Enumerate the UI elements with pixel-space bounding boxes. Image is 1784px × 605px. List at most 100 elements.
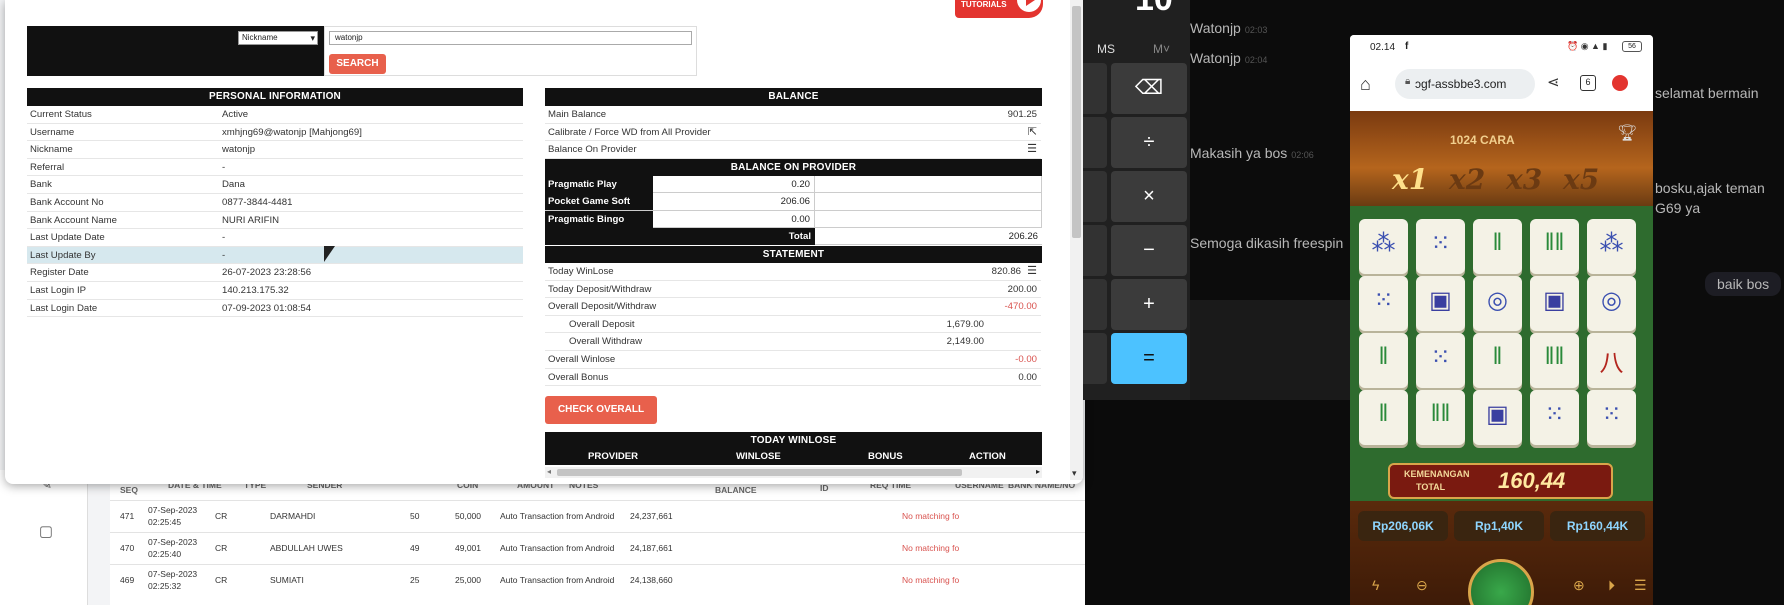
provider-name: Pragmatic Bingo [545,210,653,228]
provider-title: BALANCE ON PROVIDER [545,158,1042,176]
scroll-left-icon[interactable]: ◂ [547,467,551,476]
list-icon[interactable]: ☰ [1027,263,1037,281]
chat-message: Makasih ya bos 02:06 [1190,145,1314,161]
tile-bamboo4-icon: ‖‖ [1530,333,1579,388]
home-icon[interactable]: ⌂ [1360,74,1371,95]
chat-message: G69 ya [1655,200,1700,216]
multiplier-x5: x5 [1563,163,1600,196]
table-cell-status: No matching fo [902,575,960,585]
browser-menu-icon[interactable] [1612,75,1628,91]
plus-icon[interactable]: ⊕ [1573,577,1585,594]
tile-glyph: ⁙ [1373,287,1394,314]
overall-bonus-label: Overall Bonus [548,371,609,383]
memory-store-button[interactable]: MS [1097,42,1115,56]
col-id: ID [820,483,829,493]
info-label: Last Login Date [30,302,98,314]
divide-key[interactable]: ÷ [1111,117,1187,168]
chat-text: Makasih ya bos [1190,145,1288,161]
chat-message: Watonjp 02:03 [1190,20,1267,36]
win-chip: Rp160,44K [1550,511,1645,541]
info-row: Nickname watonjp [27,141,523,159]
logo-text: TUTORIALS [961,0,1007,9]
chevron-down-icon: ▾ [310,33,315,43]
calc-left-key[interactable] [1083,171,1107,222]
table-row[interactable]: 469 07-Sep-2023 CR SUMIATI 25 25,000 Auto Tran… [110,564,1085,600]
equals-key[interactable]: = [1111,333,1187,384]
list-icon[interactable]: ☰ [1027,141,1037,159]
chat-time: 02:04 [1244,55,1268,65]
autoplay-icon[interactable]: ⏵ [1608,577,1615,594]
multiply-key[interactable]: × [1111,171,1187,222]
calc-display: 10 [1135,0,1173,19]
tab-count[interactable]: 6 [1580,75,1596,91]
overall-winlose-row: Overall Winlose -0.00 [545,351,1041,369]
trophy-icon[interactable]: 🏆︎ [1617,123,1637,143]
search-button[interactable]: SEARCH [329,54,386,74]
table-cell-balance: 24,138,660 [630,575,673,585]
calc-left-key[interactable] [1083,333,1107,384]
check-overall-button[interactable]: CHECK OVERALL [545,396,657,424]
chat-message: selamat bermain [1655,85,1759,101]
calc-left-key[interactable] [1083,225,1107,276]
chat-text: Watonjp [1190,50,1241,66]
info-label: Bank Account No [30,197,104,208]
tile-glyph: ‖ [1492,343,1503,370]
ways-label: 1024 CARA [1450,133,1515,147]
calc-left-key[interactable] [1083,279,1107,330]
mahjong-game[interactable]: 1024 CARA 🏆︎ x1 x2 x3 x5 ⁂ ⁙ ‖ ‖‖ ⁂ ⁙ ▣ ◎ ▣ ◎ ‖ ⁙ ‖ ‖‖ 八 ‖… [1350,111,1653,605]
browser-toolbar: ⌂ 🔒︎ ɔgf-assbbe3.com ⋖ 6 [1350,59,1653,111]
table-cell-coin: 49 [410,543,420,553]
horizontal-scroll-thumb[interactable] [557,469,962,476]
memory-menu-button[interactable]: M˅ [1153,42,1170,56]
scroll-right-icon[interactable]: ▸ [1036,467,1040,476]
vertical-scroll-thumb[interactable] [1072,6,1081,238]
menu-icon[interactable]: ☰ [1634,577,1647,594]
table-cell-amount: 25,000 [455,575,481,585]
chat-text: G69 ya [1655,200,1701,216]
external-link-icon[interactable]: ⇱ [1028,124,1037,142]
overall-withdraw-value: 2,149.00 [946,336,984,348]
search-input[interactable]: watonjp [329,31,692,45]
info-label: Bank Account Name [30,214,117,226]
backspace-key[interactable]: ⌫ [1111,63,1187,114]
search-field-select[interactable]: Nickname ▾ [238,31,318,45]
info-label: Referral [30,161,65,173]
calibrate-row: Calibrate / Force WD from All Provider ⇱ [545,124,1041,142]
table-row[interactable]: 470 07-Sep-2023 CR ABDULLAH UWES 49 49,001 Aut… [110,532,1085,568]
info-value: 26-07-2023 23:28:56 [222,267,312,279]
tutorials-logo[interactable]: TUTORIALS [955,0,1043,18]
turbo-icon[interactable]: ϟ [1372,577,1379,593]
chat-message: baik bos [1705,272,1782,296]
tile-dots5-icon: ⁙ [1587,390,1636,445]
book-icon[interactable]: ▢ [36,522,56,542]
url-text: ɔgf-assbbe3.com [1415,77,1507,91]
info-label: Nickname [30,144,73,156]
vertical-scrollbar[interactable]: ▾ [1070,0,1083,480]
tile-glyph: ‖‖ [1430,400,1451,427]
win-label-1: KEMENANGAN [1404,469,1470,479]
mouse-cursor-icon [324,246,335,262]
table-cell-amount: 49,001 [455,543,481,553]
chat-message: bosku,ajak teman [1655,180,1765,196]
calc-left-key[interactable] [1083,63,1107,114]
table-row[interactable]: 471 07-Sep-2023 CR DARMAHDI 50 50,000 Auto Tra… [110,500,1085,536]
url-bar[interactable]: 🔒︎ ɔgf-assbbe3.com [1395,69,1535,99]
table-cell-sender: DARMAHDI [270,511,316,521]
table-cell-coin: 50 [410,511,420,521]
search-label-bar-2 [27,50,324,76]
tile-wan8-icon: 八 [1587,333,1636,388]
balance-on-provider-row: Balance On Provider ☰ [545,141,1041,159]
table-cell-balance: 24,187,661 [630,543,673,553]
share-icon[interactable]: ⋖ [1547,73,1560,91]
minus-icon[interactable]: ⊖ [1416,577,1428,594]
horizontal-scrollbar[interactable]: ◂ ▸ [545,467,1042,478]
provider-row: Pocket Game Soft 206.06 [545,193,1042,211]
scroll-down-icon[interactable]: ▾ [1072,468,1077,479]
plus-key[interactable]: + [1111,279,1187,330]
today-winlose-header: PROVIDER WINLOSE BONUS ACTION [545,449,1042,465]
calc-left-key[interactable] [1083,117,1107,168]
chat-image-thumbnail[interactable] [1190,300,1350,400]
minus-key[interactable]: − [1111,225,1187,276]
bet-chip: Rp1,40K [1454,511,1544,541]
col-seq: SEQ [120,485,138,495]
